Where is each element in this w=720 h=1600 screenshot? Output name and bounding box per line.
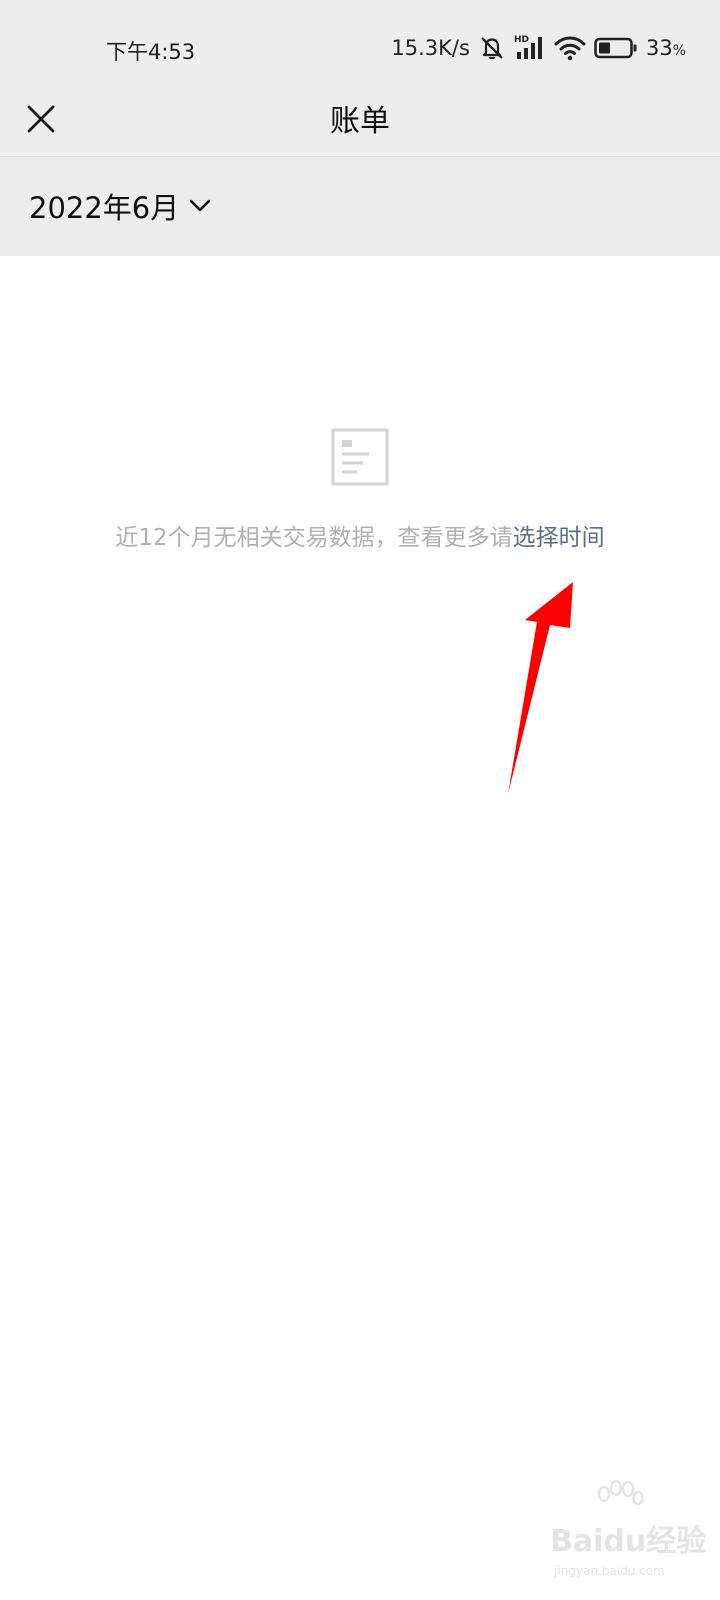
battery-percent: 33% xyxy=(645,36,686,60)
month-selector[interactable]: 2022年6月 xyxy=(29,185,211,227)
empty-message: 近12个月无相关交易数据，查看更多请选择时间 xyxy=(0,518,720,552)
watermark-url: jingyan.baidu.com xyxy=(554,1564,665,1578)
paw-icon xyxy=(597,1480,644,1506)
svg-text:HD: HD xyxy=(514,35,529,45)
watermark-brand: Baidu经验 xyxy=(550,1524,707,1559)
title-bar: 账单 xyxy=(0,82,720,157)
status-time: 下午4:53 xyxy=(106,40,196,64)
hd-signal-icon: HD xyxy=(514,34,546,62)
month-bar: 2022年6月 xyxy=(0,157,720,256)
month-label: 2022年6月 xyxy=(29,191,180,225)
mute-icon xyxy=(478,35,506,61)
annotation-arrow xyxy=(500,572,590,806)
page-title: 账单 xyxy=(330,104,390,139)
empty-message-text: 近12个月无相关交易数据，查看更多请 xyxy=(115,525,513,551)
baidu-watermark: Baidu经验 jingyan.baidu.com xyxy=(550,1480,706,1590)
network-speed: 15.3K/s xyxy=(391,36,470,60)
select-time-link[interactable]: 选择时间 xyxy=(513,525,605,551)
status-indicators: 15.3K/s HD 33% xyxy=(391,34,686,62)
wifi-icon xyxy=(554,35,586,61)
bill-screen: 下午4:53 15.3K/s HD 33% 账单 2022年6月 近12个月无相… xyxy=(0,0,720,1600)
battery-icon xyxy=(594,37,638,59)
document-icon xyxy=(331,428,389,490)
chevron-down-icon xyxy=(190,199,211,212)
status-bar: 下午4:53 15.3K/s HD 33% xyxy=(0,0,720,82)
